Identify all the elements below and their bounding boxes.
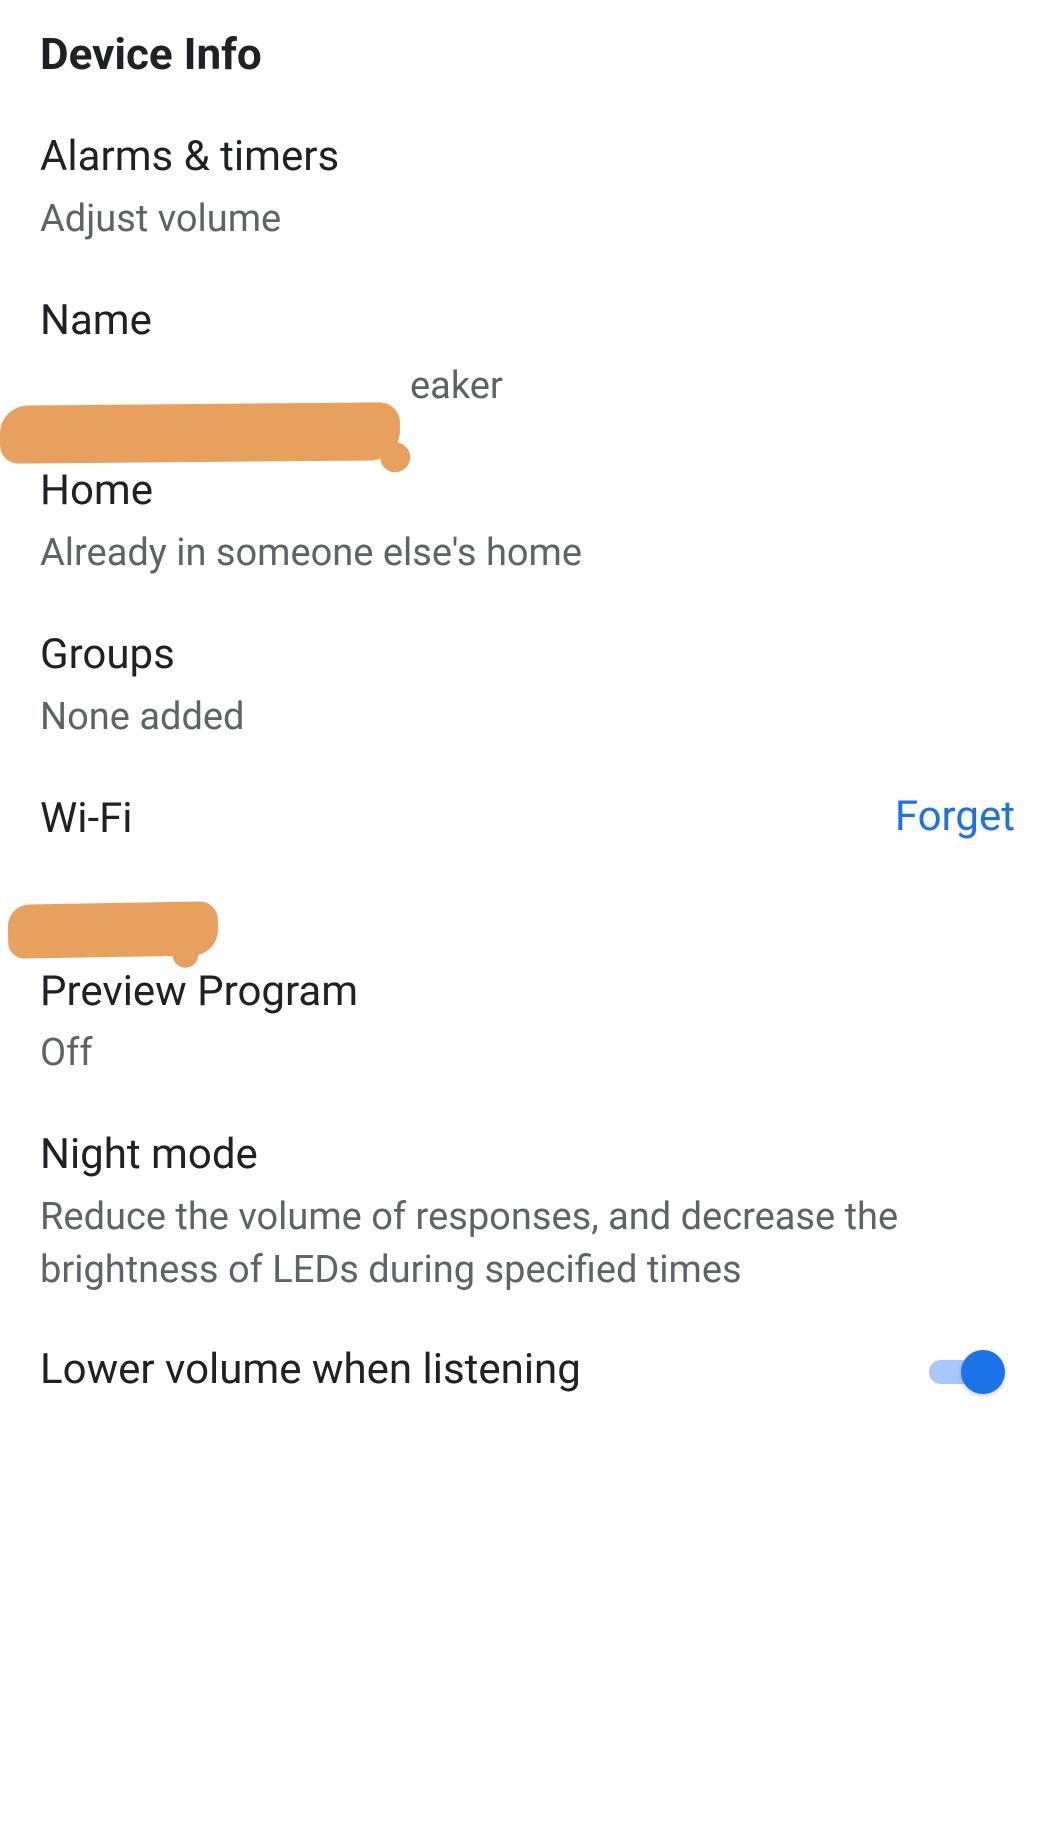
wifi-title: Wi-Fi <box>40 792 133 847</box>
groups-title: Groups <box>40 628 1015 683</box>
redaction-mark <box>0 403 400 464</box>
lower-volume-item[interactable]: Lower volume when listening <box>40 1345 1015 1394</box>
toggle-thumb <box>961 1350 1005 1394</box>
wifi-value <box>40 855 1015 917</box>
preview-title: Preview Program <box>40 965 1015 1020</box>
name-value: eaker <box>40 356 1015 416</box>
alarms-subtitle: Adjust volume <box>40 193 1015 246</box>
nightmode-subtitle: Reduce the volume of responses, and decr… <box>40 1191 1015 1297</box>
lowervolume-title: Lower volume when listening <box>40 1345 581 1394</box>
redaction-mark <box>8 901 219 959</box>
preview-subtitle: Off <box>40 1027 1015 1080</box>
wifi-item[interactable]: Wi-Fi Forget <box>40 792 1015 917</box>
groups-subtitle: None added <box>40 691 1015 744</box>
home-subtitle: Already in someone else's home <box>40 527 1015 580</box>
alarms-timers-item[interactable]: Alarms & timers Adjust volume <box>40 130 1015 246</box>
device-info-container: Device Info Alarms & timers Adjust volum… <box>0 0 1055 1394</box>
name-title: Name <box>40 294 1015 349</box>
wifi-forget-link[interactable]: Forget <box>895 792 1015 841</box>
nightmode-title: Night mode <box>40 1128 1015 1183</box>
section-header: Device Info <box>40 28 1015 80</box>
home-item[interactable]: Home Already in someone else's home <box>40 464 1015 580</box>
name-item[interactable]: Name eaker <box>40 294 1015 417</box>
groups-item[interactable]: Groups None added <box>40 628 1015 744</box>
home-title: Home <box>40 464 1015 519</box>
preview-program-item[interactable]: Preview Program Off <box>40 965 1015 1081</box>
night-mode-item[interactable]: Night mode Reduce the volume of response… <box>40 1128 1015 1297</box>
name-visible-suffix: eaker <box>410 364 503 408</box>
alarms-title: Alarms & timers <box>40 130 1015 185</box>
lowervolume-toggle[interactable] <box>929 1350 1005 1390</box>
